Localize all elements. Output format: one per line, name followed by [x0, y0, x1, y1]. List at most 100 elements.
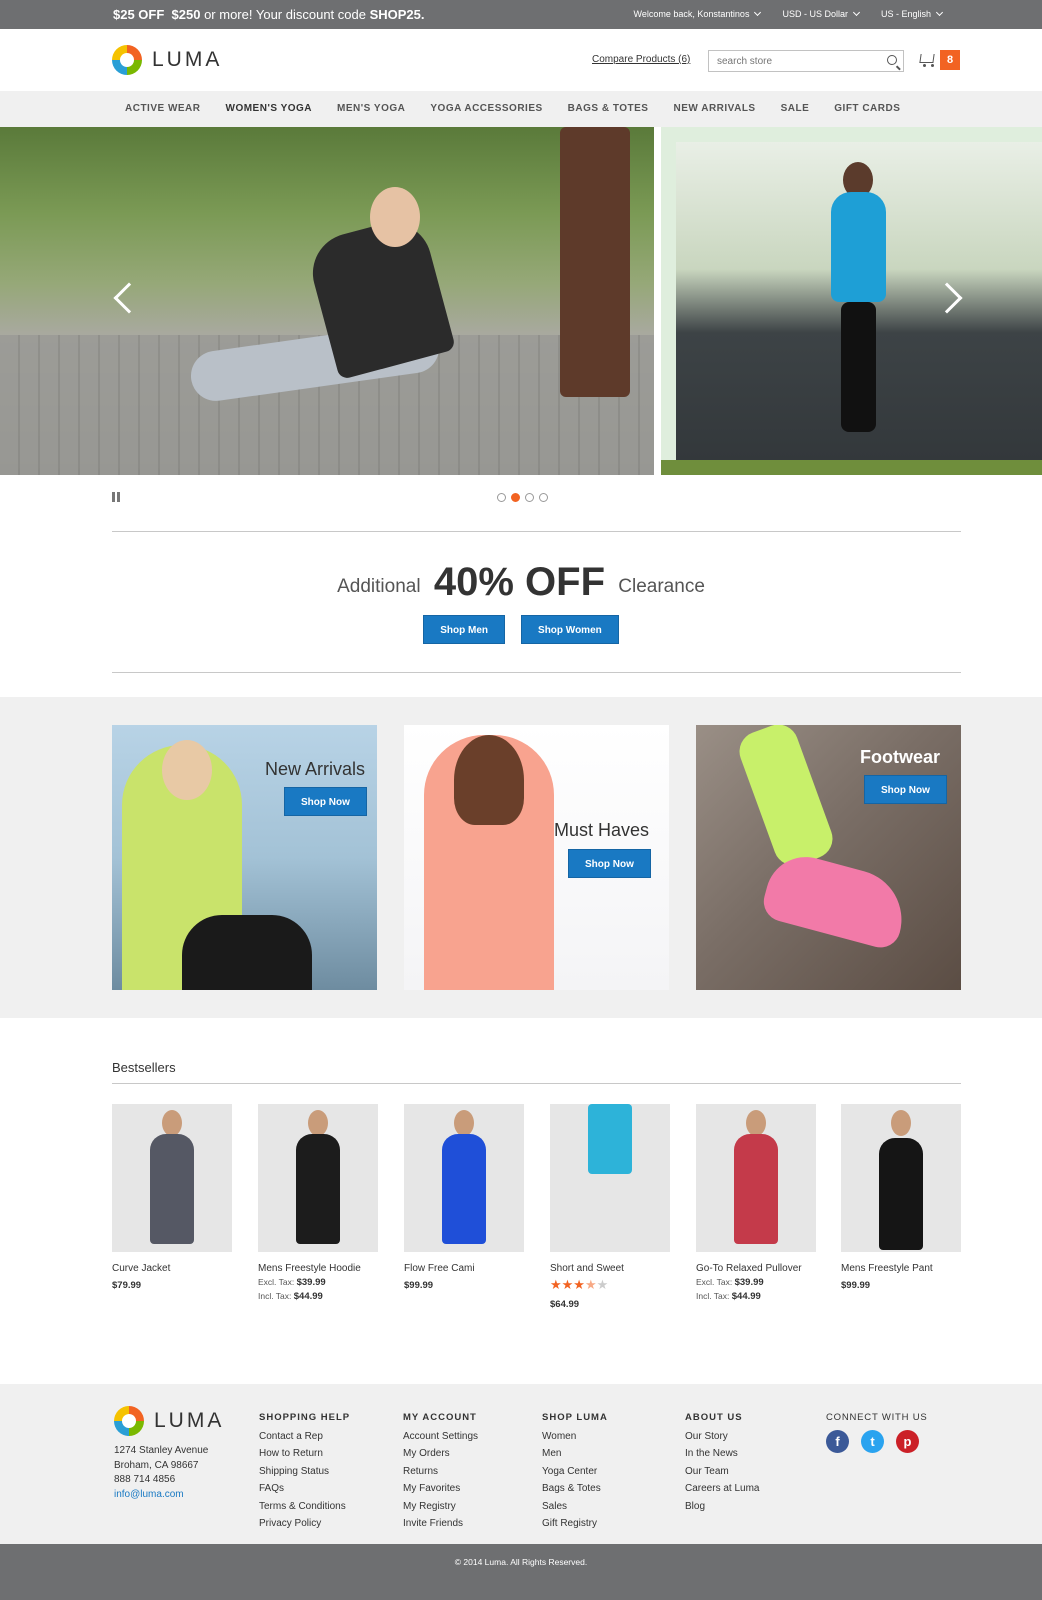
currency-switcher[interactable]: USD - US Dollar — [782, 8, 861, 19]
hero-slide-runner[interactable] — [661, 127, 1042, 475]
nav-item-mens-yoga[interactable]: MEN'S YOGA — [337, 103, 405, 114]
language-switcher[interactable]: US - English — [881, 8, 944, 19]
nav-item-active-wear[interactable]: ACTIVE WEAR — [125, 103, 201, 114]
slider-dot-4[interactable] — [539, 493, 548, 502]
must-haves-title: Must Haves — [554, 820, 650, 840]
footwear-block[interactable]: Footwear Shop Now — [696, 725, 961, 990]
tree-image — [560, 127, 630, 397]
nav-item-sale[interactable]: SALE — [781, 103, 810, 114]
product-card[interactable]: Mens Freestyle Pant $99.99 — [841, 1104, 961, 1291]
product-image[interactable] — [841, 1104, 961, 1252]
store-address: 1274 Stanley Avenue Broham, CA 98667 888… — [114, 1444, 208, 1502]
footer-link[interactable]: Our Story — [685, 1428, 759, 1445]
footer-link[interactable]: Yoga Center — [542, 1463, 608, 1480]
footer-link[interactable]: In the News — [685, 1445, 759, 1462]
footer-link[interactable]: Sales — [542, 1498, 608, 1515]
footer-link[interactable]: Returns — [403, 1463, 478, 1480]
product-image[interactable] — [258, 1104, 378, 1252]
excl-tax-value: $39.99 — [734, 1277, 764, 1288]
footwear-shop-now-button[interactable]: Shop Now — [864, 775, 947, 804]
pink-shoe-image — [759, 848, 913, 952]
product-name[interactable]: Short and Sweet — [550, 1263, 670, 1274]
footer-link[interactable]: My Favorites — [403, 1480, 478, 1497]
shop-women-button[interactable]: Shop Women — [521, 615, 619, 644]
model-head — [308, 1110, 328, 1136]
cart-wheel — [931, 64, 934, 67]
footer-link[interactable]: Gift Registry — [542, 1515, 608, 1532]
footer-link[interactable]: Blog — [685, 1498, 759, 1515]
new-arrivals-title: New Arrivals — [265, 759, 366, 779]
twitter-icon[interactable]: t — [861, 1430, 884, 1453]
email-link[interactable]: info@luma.com — [114, 1488, 208, 1503]
footer-link[interactable]: My Orders — [403, 1445, 478, 1462]
product-card[interactable]: Go-To Relaxed Pullover Excl. Tax: $39.99… — [696, 1104, 816, 1302]
product-price: $64.99 — [550, 1299, 580, 1310]
footer-link[interactable]: Women — [542, 1428, 608, 1445]
product-card[interactable]: Curve Jacket $79.99 — [112, 1104, 232, 1291]
footer-link[interactable]: FAQs — [259, 1480, 350, 1497]
product-price: $99.99 — [404, 1280, 434, 1291]
nav-item-new-arrivals[interactable]: NEW ARRIVALS — [673, 103, 755, 114]
site-header: LUMA Compare Products (6) 8 — [0, 29, 1042, 91]
search-icon[interactable] — [887, 55, 897, 65]
promo-bar: $25 OFF $250 or more! Your discount code… — [0, 0, 1042, 29]
footer-column-title: MY ACCOUNT — [403, 1412, 477, 1423]
pinterest-icon[interactable]: p — [896, 1430, 919, 1453]
promo-text: $25 OFF $250 or more! Your discount code… — [113, 7, 425, 22]
nav-item-bags-totes[interactable]: BAGS & TOTES — [568, 103, 649, 114]
luma-logo-icon — [114, 1406, 144, 1436]
product-name[interactable]: Curve Jacket — [112, 1263, 232, 1274]
footer-link[interactable]: Shipping Status — [259, 1463, 350, 1480]
logo-link[interactable]: LUMA — [112, 45, 222, 75]
product-image[interactable] — [696, 1104, 816, 1252]
footer-link[interactable]: Terms & Conditions — [259, 1498, 350, 1515]
footer-link[interactable]: How to Return — [259, 1445, 350, 1462]
product-price: $79.99 — [112, 1280, 142, 1291]
footer-link[interactable]: Careers at Luma — [685, 1480, 759, 1497]
slider-dot-3[interactable] — [525, 493, 534, 502]
welcome-menu[interactable]: Welcome back, Konstantinos — [634, 8, 762, 19]
footer-column-title: ABOUT US — [685, 1412, 743, 1423]
must-haves-shop-now-button[interactable]: Shop Now — [568, 849, 651, 878]
nav-item-yoga-accessories[interactable]: YOGA ACCESSORIES — [430, 103, 542, 114]
slider-dot-1[interactable] — [497, 493, 506, 502]
footer-logo[interactable]: LUMA — [114, 1406, 224, 1436]
product-image[interactable] — [404, 1104, 524, 1252]
slider-dot-2[interactable] — [511, 493, 520, 502]
product-name[interactable]: Mens Freestyle Hoodie — [258, 1263, 378, 1274]
cart-count-badge[interactable]: 8 — [940, 50, 960, 70]
product-name[interactable]: Mens Freestyle Pant — [841, 1263, 961, 1274]
product-card[interactable]: Short and Sweet ★★★★★ $64.99 — [550, 1104, 670, 1310]
pause-icon[interactable] — [112, 492, 120, 502]
footer-link[interactable]: Invite Friends — [403, 1515, 478, 1532]
promo-prefix: $25 OFF — [113, 7, 165, 22]
footwear-title: Footwear — [860, 747, 941, 767]
footer-link[interactable]: My Registry — [403, 1498, 478, 1515]
product-name[interactable]: Go-To Relaxed Pullover — [696, 1263, 816, 1274]
product-image[interactable] — [550, 1104, 670, 1252]
search-input[interactable] — [709, 51, 869, 72]
product-image[interactable] — [112, 1104, 232, 1252]
new-arrivals-shop-now-button[interactable]: Shop Now — [284, 787, 367, 816]
shop-men-button[interactable]: Shop Men — [423, 615, 506, 644]
new-arrivals-block[interactable]: New Arrivals Shop Now — [112, 725, 377, 990]
footer-link[interactable]: Men — [542, 1445, 608, 1462]
facebook-icon[interactable]: f — [826, 1430, 849, 1453]
product-card[interactable]: Flow Free Cami $99.99 — [404, 1104, 524, 1291]
footer-link[interactable]: Bags & Totes — [542, 1480, 608, 1497]
nav-item-gift-cards[interactable]: GIFT CARDS — [834, 103, 900, 114]
footer-link[interactable]: Account Settings — [403, 1428, 478, 1445]
nav-item-womens-yoga[interactable]: WOMEN'S YOGA — [226, 103, 313, 114]
product-name[interactable]: Flow Free Cami — [404, 1263, 524, 1274]
hero-slide-stretching-woman[interactable] — [0, 127, 654, 475]
model-head — [891, 1110, 911, 1136]
compare-products-link[interactable]: Compare Products (6) — [592, 54, 690, 65]
footer-link[interactable]: Our Team — [685, 1463, 759, 1480]
footer-link[interactable]: Privacy Policy — [259, 1515, 350, 1532]
footer-logo-text: LUMA — [154, 1409, 225, 1432]
model-body — [296, 1134, 340, 1244]
must-haves-block[interactable]: Must Haves Shop Now — [404, 725, 669, 990]
product-card[interactable]: Mens Freestyle Hoodie Excl. Tax: $39.99 … — [258, 1104, 378, 1302]
cart-button[interactable] — [918, 51, 936, 67]
footer-link[interactable]: Contact a Rep — [259, 1428, 350, 1445]
